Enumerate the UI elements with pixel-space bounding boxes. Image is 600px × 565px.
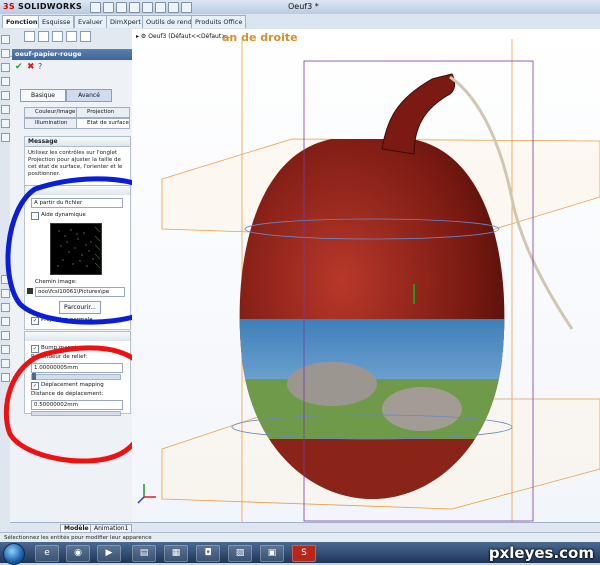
command-manager-tabs: Fonctions Esquisse Evaluer DimXpert Outi… [0, 14, 600, 30]
appearance-property-manager: oeuf-papier-rouge ✔ ✖ ? Basique Avancé C… [3, 29, 187, 522]
graphics-viewport[interactable]: ▸ ⚙ Oeuf3 (Défaut<<Défaut>... an de droi… [132, 29, 600, 522]
options-icon[interactable] [181, 2, 192, 13]
open-file-icon[interactable] [103, 2, 114, 13]
save-icon[interactable] [116, 2, 127, 13]
cut-icon[interactable] [1, 105, 10, 114]
undo-icon[interactable] [142, 2, 153, 13]
chamfer-icon[interactable] [1, 133, 10, 142]
red-annotation-circle [3, 345, 153, 464]
loft-icon[interactable] [1, 77, 10, 86]
firefox-icon[interactable]: ◉ [66, 545, 90, 562]
rebuild-icon[interactable] [168, 2, 179, 13]
tab-illumination[interactable]: Illumination [24, 118, 78, 129]
boundary-icon[interactable] [1, 91, 10, 100]
tab-couleur-image[interactable]: Couleur/Image [24, 107, 78, 118]
ok-check-icon[interactable]: ✔ [15, 62, 23, 72]
tab-projection[interactable]: Projection [76, 107, 130, 118]
new-file-icon[interactable] [90, 2, 101, 13]
print-icon[interactable] [129, 2, 140, 13]
advanced-mode-button[interactable]: Avancé [66, 89, 112, 102]
document-app-icon[interactable]: ▧ [228, 545, 252, 562]
media-player-icon[interactable]: ▶ [97, 545, 121, 562]
tab-dimxpert[interactable]: DimXpert [106, 15, 145, 28]
appearance-manager-icon[interactable] [80, 31, 91, 42]
feature-manager-icon[interactable] [24, 31, 35, 42]
tab-esquisse[interactable]: Esquisse [38, 15, 75, 28]
ie-icon[interactable]: e [35, 545, 59, 562]
folder-icon[interactable]: ▤ [132, 545, 156, 562]
cancel-x-icon[interactable]: ✖ [27, 62, 35, 72]
select-icon[interactable] [155, 2, 166, 13]
title-bar: 3S SOLIDWORKS Oeuf3 * [0, 0, 600, 15]
message-group-header[interactable]: Message [24, 136, 131, 147]
calculator-icon[interactable]: ▦ [164, 545, 188, 562]
property-manager-icon[interactable] [38, 31, 49, 42]
configuration-manager-icon[interactable] [52, 31, 63, 42]
revolve-icon[interactable] [1, 49, 10, 58]
watermark: pxleyes.com [488, 544, 594, 562]
tab-produits-office[interactable]: Produits Office [191, 15, 247, 28]
document-title: Oeuf3 * [288, 2, 319, 11]
tab-evaluer[interactable]: Evaluer [74, 15, 107, 28]
solidworks-task-icon[interactable]: S [292, 545, 316, 562]
egg-model [137, 39, 600, 522]
solidworks-logo: 3S SOLIDWORKS [3, 2, 83, 11]
camera-icon[interactable]: ◘ [196, 545, 220, 562]
pm-title: oeuf-papier-rouge [12, 49, 133, 60]
extrude-icon[interactable] [1, 35, 10, 44]
start-button[interactable] [3, 543, 25, 565]
fillet-icon[interactable] [1, 119, 10, 128]
basic-mode-button[interactable]: Basique [20, 89, 66, 102]
tab-etat-de-surface[interactable]: Etat de surface [76, 118, 130, 129]
explorer-icon[interactable]: ▣ [260, 545, 284, 562]
view-triad-z [137, 496, 145, 504]
dimxpert-manager-icon[interactable] [66, 31, 77, 42]
help-icon[interactable]: ? [38, 62, 42, 71]
sweep-icon[interactable] [1, 63, 10, 72]
